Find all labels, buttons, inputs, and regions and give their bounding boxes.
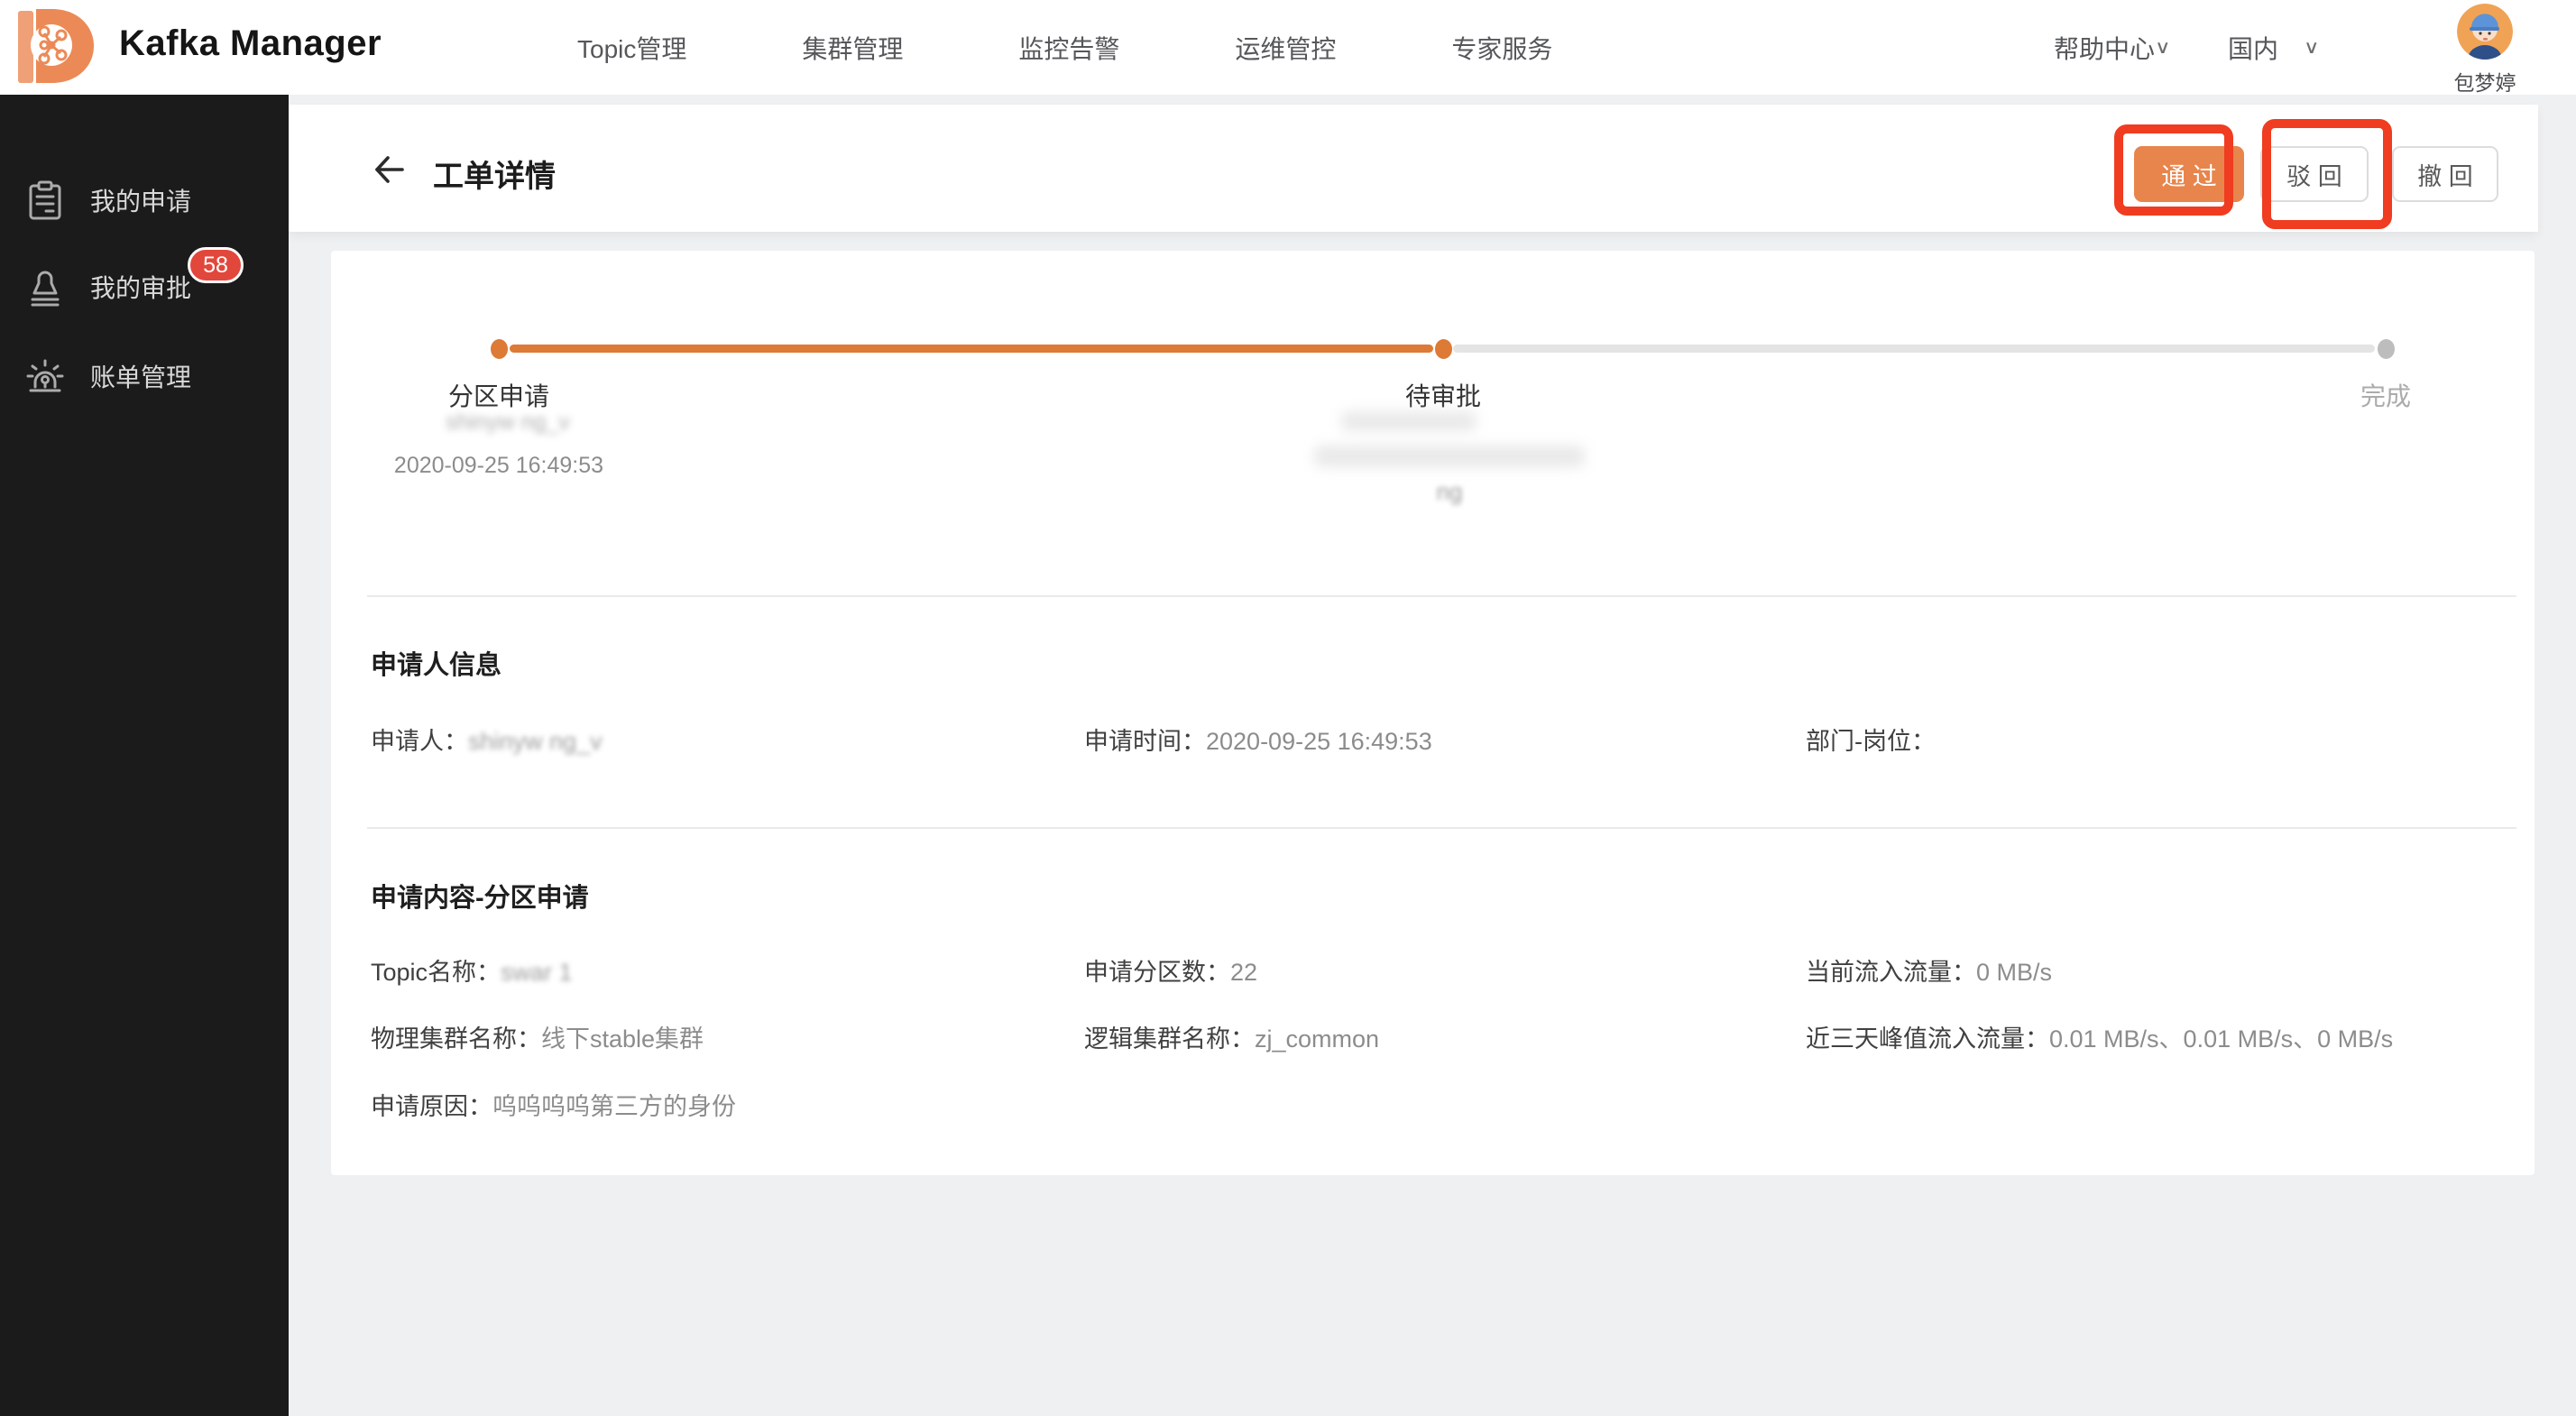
work-order-detail-card: 分区申请 待审批 完成 shinyw ng_v 2020-09-25 16:49… <box>331 251 2535 1175</box>
region-label: 国内 <box>2228 30 2278 66</box>
redacted-text-line <box>1314 446 1585 467</box>
field-label: 申请时间： <box>1084 728 1206 755</box>
field-value-redacted: swar 1 <box>501 959 573 986</box>
field-department-post: 部门-岗位： <box>1806 722 1936 757</box>
progress-line-pending <box>1453 345 2375 353</box>
back-arrow-icon[interactable] <box>370 150 409 189</box>
sidebar: 我的申请 我的审批 58 <box>0 95 289 1416</box>
approve-button[interactable]: 通 过 <box>2134 146 2244 202</box>
field-label: 申请人： <box>371 728 468 755</box>
kafka-manager-logo-icon <box>16 7 97 87</box>
approvals-count-badge: 58 <box>188 247 244 283</box>
chevron-down-icon: ∨ <box>2304 36 2320 59</box>
withdraw-button[interactable]: 撤 回 <box>2392 146 2498 202</box>
field-value: 0.01 MB/s、0.01 MB/s、0 MB/s <box>2049 1025 2393 1053</box>
field-label: 物理集群名称： <box>371 1025 541 1053</box>
field-value: zj_common <box>1255 1025 1379 1053</box>
step-dot-partition-request <box>491 339 508 359</box>
field-label: 当前流入流量： <box>1806 959 1976 986</box>
field-value-redacted: shinyw ng_v <box>468 728 603 755</box>
nav-item-cluster[interactable]: 集群管理 <box>802 30 903 66</box>
help-center-label: 帮助中心 <box>2054 30 2155 66</box>
user-name: 包梦婷 <box>2440 66 2530 97</box>
user-profile[interactable]: 包梦婷 <box>2440 4 2530 97</box>
section-title-request-content: 申请内容-分区申请 <box>371 877 589 915</box>
step-dot-pending-approval <box>1435 339 1452 359</box>
field-label: 近三天峰值流入流量： <box>1806 1025 2049 1053</box>
field-value: 22 <box>1230 959 1257 986</box>
clipboard-icon <box>23 179 67 222</box>
sidebar-item-label: 我的申请 <box>90 182 191 218</box>
nav-item-expert[interactable]: 专家服务 <box>1451 30 1552 66</box>
field-physical-cluster: 物理集群名称：线下stable集群 <box>371 1019 704 1054</box>
page-title: 工单详情 <box>433 152 556 196</box>
step-apply-time: 2020-09-25 16:49:53 <box>394 453 603 479</box>
section-title-applicant-info: 申请人信息 <box>371 644 501 682</box>
progress-line-done <box>510 345 1433 353</box>
field-apply-time: 申请时间：2020-09-25 16:49:53 <box>1084 722 1432 757</box>
main-nav: Topic管理 集群管理 监控告警 运维管控 专家服务 <box>577 0 1552 95</box>
help-center-menu[interactable]: 帮助中心∨ <box>2054 0 2171 95</box>
avatar <box>2457 4 2513 60</box>
field-label: 申请分区数： <box>1084 959 1230 986</box>
sidebar-item-label: 账单管理 <box>90 358 191 394</box>
field-label: Topic名称： <box>371 959 501 986</box>
redacted-text-fragment: ng <box>1437 478 1463 506</box>
divider <box>367 827 2516 829</box>
stamp-icon <box>23 265 67 308</box>
field-value: 呜呜呜呜第三方的身份 <box>492 1093 736 1120</box>
field-current-inflow: 当前流入流量：0 MB/s <box>1806 952 2052 988</box>
nav-item-ops[interactable]: 运维管控 <box>1235 30 1336 66</box>
reject-button[interactable]: 驳 回 <box>2260 146 2369 202</box>
field-label: 申请原因： <box>371 1093 492 1120</box>
field-applicant: 申请人：shinyw ng_v <box>371 722 603 757</box>
field-apply-reason: 申请原因：呜呜呜呜第三方的身份 <box>371 1087 736 1122</box>
sidebar-item-billing[interactable]: 账单管理 <box>0 344 289 409</box>
field-logical-cluster: 逻辑集群名称：zj_common <box>1084 1019 1379 1054</box>
step-label-complete: 完成 <box>2360 377 2411 413</box>
step-dot-complete <box>2378 339 2395 359</box>
nav-item-topic[interactable]: Topic管理 <box>577 30 686 66</box>
chevron-down-icon: ∨ <box>2155 36 2171 59</box>
divider <box>367 595 2516 597</box>
field-label: 逻辑集群名称： <box>1084 1025 1255 1053</box>
nav-item-monitor[interactable]: 监控告警 <box>1018 30 1119 66</box>
field-value: 线下stable集群 <box>541 1025 704 1053</box>
field-peak-inflow: 近三天峰值流入流量：0.01 MB/s、0.01 MB/s、0 MB/s <box>1806 1019 2393 1054</box>
alarm-icon <box>23 354 67 398</box>
field-label: 部门-岗位： <box>1806 728 1936 755</box>
kafka-manager-app: Kafka Manager Topic管理 集群管理 监控告警 运维管控 专家服… <box>0 0 2576 1416</box>
step-applicant-name-redacted: shinyw ng_v <box>446 409 570 436</box>
field-value: 2020-09-25 16:49:53 <box>1206 728 1432 755</box>
field-partition-count: 申请分区数：22 <box>1084 952 1257 988</box>
app-title: Kafka Manager <box>119 23 382 64</box>
step-label-pending-approval: 待审批 <box>1405 377 1481 413</box>
field-value: 0 MB/s <box>1976 959 2052 986</box>
sidebar-item-my-approvals[interactable]: 我的审批 58 <box>0 254 289 319</box>
sidebar-item-my-applications[interactable]: 我的申请 <box>0 168 289 233</box>
field-topic-name: Topic名称：swar 1 <box>371 952 573 988</box>
step-label-partition-request: 分区申请 <box>448 377 549 413</box>
top-navbar: Kafka Manager Topic管理 集群管理 监控告警 运维管控 专家服… <box>0 0 2576 95</box>
sidebar-item-label: 我的审批 <box>90 269 191 305</box>
region-selector[interactable]: 国内 ∨ <box>2228 0 2320 95</box>
redacted-text-line <box>1341 411 1477 431</box>
